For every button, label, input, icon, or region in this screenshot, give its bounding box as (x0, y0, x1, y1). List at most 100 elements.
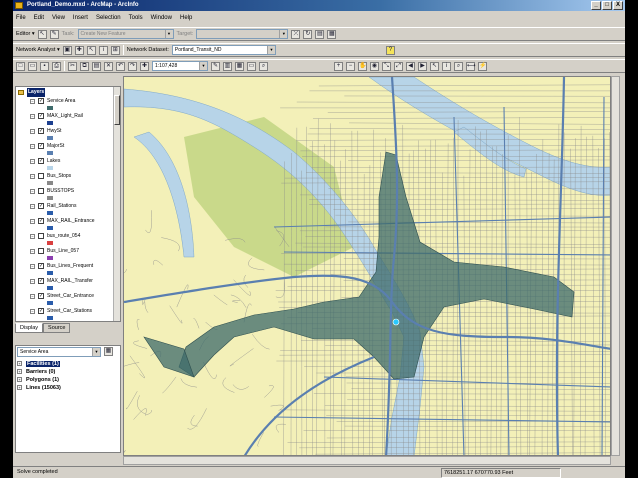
expand-icon[interactable]: − (30, 294, 35, 299)
facility-point[interactable] (392, 318, 400, 326)
layer-visibility-checkbox[interactable]: ✓ (38, 143, 44, 149)
toc-layer-service-area[interactable]: − ✓ Service Area (16, 97, 114, 106)
expand-icon[interactable]: − (30, 129, 35, 134)
expand-icon[interactable]: − (30, 159, 35, 164)
layer-visibility-checkbox[interactable] (38, 233, 44, 239)
help-lightbulb-icon[interactable]: ? (385, 45, 395, 55)
toc-scrollbar[interactable] (113, 87, 120, 321)
expand-icon[interactable]: + (17, 385, 22, 390)
expand-icon[interactable]: − (30, 234, 35, 239)
cut-icon[interactable]: ✂ (68, 61, 77, 71)
minimize-button[interactable]: _ (591, 1, 601, 10)
create-locations-icon[interactable]: ✚ (74, 45, 84, 55)
paste-icon[interactable]: ▤ (92, 61, 101, 71)
network-dataset-select[interactable]: Portland_Transit_ND ▼ (171, 45, 276, 55)
sketch-pencil-icon[interactable]: ✎ (49, 29, 59, 39)
menu-view[interactable]: View (52, 12, 65, 24)
next-extent-icon[interactable]: ▶ (418, 61, 427, 71)
toc-layer-max-rail-entrance[interactable]: − ✓ MAX_RAIL_Entrance (16, 217, 114, 226)
toc-layer-rail-stations[interactable]: − ✓ Rail_Stations (16, 202, 114, 211)
expand-icon[interactable]: + (17, 369, 22, 374)
layer-visibility-checkbox[interactable]: ✓ (38, 308, 44, 314)
menu-help[interactable]: Help (180, 12, 192, 24)
toc-root-layers[interactable]: Layers (16, 88, 114, 97)
tree-item-lines[interactable]: + Lines (15063) (17, 384, 61, 392)
save-icon[interactable]: ▪ (40, 61, 49, 71)
catalog-icon[interactable]: ▦ (235, 61, 244, 71)
toc-layer-bus-line-057[interactable]: − Bus_Line_057 (16, 247, 114, 256)
add-data-icon[interactable]: ✚ (140, 61, 149, 71)
expand-icon[interactable]: − (30, 114, 35, 119)
layer-visibility-checkbox[interactable] (38, 188, 44, 194)
solve-icon[interactable]: ⊞ (110, 45, 120, 55)
copy-icon[interactable]: ⧉ (80, 61, 89, 71)
expand-icon[interactable]: − (30, 264, 35, 269)
search-icon[interactable]: ⌕ (259, 61, 268, 71)
menu-insert[interactable]: Insert (73, 12, 88, 24)
toc-layer-bus-stops[interactable]: − Bus_Stops (16, 172, 114, 181)
expand-icon[interactable]: + (17, 361, 22, 366)
analysis-properties-icon[interactable]: ▦ (104, 347, 113, 356)
tab-source[interactable]: Source (43, 323, 71, 333)
layer-visibility-checkbox[interactable]: ✓ (38, 263, 44, 269)
rotate-tool-icon[interactable]: ↻ (303, 29, 313, 39)
target-select[interactable]: ▼ (196, 29, 289, 39)
layer-visibility-checkbox[interactable]: ✓ (38, 293, 44, 299)
python-window-icon[interactable]: ▭ (247, 61, 256, 71)
split-tool-icon[interactable]: ⤫ (291, 29, 301, 39)
attributes-icon[interactable]: ▤ (315, 29, 325, 39)
menu-selection[interactable]: Selection (96, 12, 121, 24)
layer-visibility-checkbox[interactable]: ✓ (38, 128, 44, 134)
menu-edit[interactable]: Edit (34, 12, 44, 24)
toc-layer-lakes[interactable]: − ✓ Lakes (16, 157, 114, 166)
find-icon[interactable]: ⌕ (454, 61, 463, 71)
analysis-layer-select[interactable]: Service Area ▼ (17, 347, 101, 357)
menu-tools[interactable]: Tools (129, 12, 143, 24)
layer-visibility-checkbox[interactable]: ✓ (38, 278, 44, 284)
toc-layer-bus-route-054[interactable]: − bus_route_054 (16, 232, 114, 241)
edit-arrow-icon[interactable]: ↖ (37, 29, 47, 39)
tree-item-polygons[interactable]: + Polygons (1) (17, 376, 61, 384)
sketch-properties-icon[interactable]: ▦ (327, 29, 337, 39)
menu-window[interactable]: Window (151, 12, 172, 24)
print-icon[interactable]: ⎙ (52, 61, 61, 71)
open-folder-icon[interactable]: ▭ (28, 61, 37, 71)
toc-layer-street-car-entrance[interactable]: − ✓ Street_Car_Entrance (16, 292, 114, 301)
undo-icon[interactable]: ↶ (116, 61, 125, 71)
network-window-icon[interactable]: ▣ (62, 45, 72, 55)
layer-visibility-checkbox[interactable] (38, 248, 44, 254)
map-vertical-scrollbar[interactable] (611, 76, 620, 456)
layer-visibility-checkbox[interactable]: ✓ (38, 98, 44, 104)
zoom-in-icon[interactable]: + (334, 61, 343, 71)
map-view[interactable] (123, 76, 611, 456)
fixed-zoom-in-icon[interactable]: ⤡ (382, 61, 391, 71)
layer-visibility-checkbox[interactable]: ✓ (38, 113, 44, 119)
layer-visibility-checkbox[interactable] (38, 173, 44, 179)
select-move-locations-icon[interactable]: ↖ (86, 45, 96, 55)
measure-icon[interactable]: ⟷ (466, 61, 476, 71)
expand-icon[interactable]: − (30, 309, 35, 314)
delete-icon[interactable]: ✕ (104, 61, 113, 71)
toc-layer-max-rail-transfer[interactable]: − ✓ MAX_RAIL_Transfer (16, 277, 114, 286)
pan-hand-icon[interactable]: ✋ (358, 61, 367, 71)
expand-icon[interactable]: − (30, 249, 35, 254)
editor-toolbar-icon[interactable]: ✎ (211, 61, 220, 71)
tree-item-barriers[interactable]: + Barriers (0) (17, 368, 61, 376)
toc-scroll-thumb[interactable] (114, 95, 120, 125)
redo-icon[interactable]: ↷ (128, 61, 137, 71)
expand-icon[interactable]: − (30, 189, 35, 194)
close-button[interactable]: X (613, 1, 623, 10)
hyperlink-icon[interactable]: ⚡ (478, 61, 487, 71)
fixed-zoom-out-icon[interactable]: ⤢ (394, 61, 403, 71)
select-features-icon[interactable]: ↖ (430, 61, 439, 71)
restore-button[interactable]: □ (602, 1, 612, 10)
toc-layer-max-light-rail[interactable]: − ✓ MAX_Light_Rail (16, 112, 114, 121)
task-select[interactable]: Create New Feature ▼ (77, 29, 174, 39)
zoom-out-icon[interactable]: − (346, 61, 355, 71)
network-identify-icon[interactable]: i (98, 45, 108, 55)
expand-icon[interactable]: − (30, 174, 35, 179)
expand-icon[interactable]: + (17, 377, 22, 382)
toc-layer-hwyst[interactable]: − ✓ HwySt (16, 127, 114, 136)
layer-visibility-checkbox[interactable]: ✓ (38, 158, 44, 164)
identify-icon[interactable]: i (442, 61, 451, 71)
